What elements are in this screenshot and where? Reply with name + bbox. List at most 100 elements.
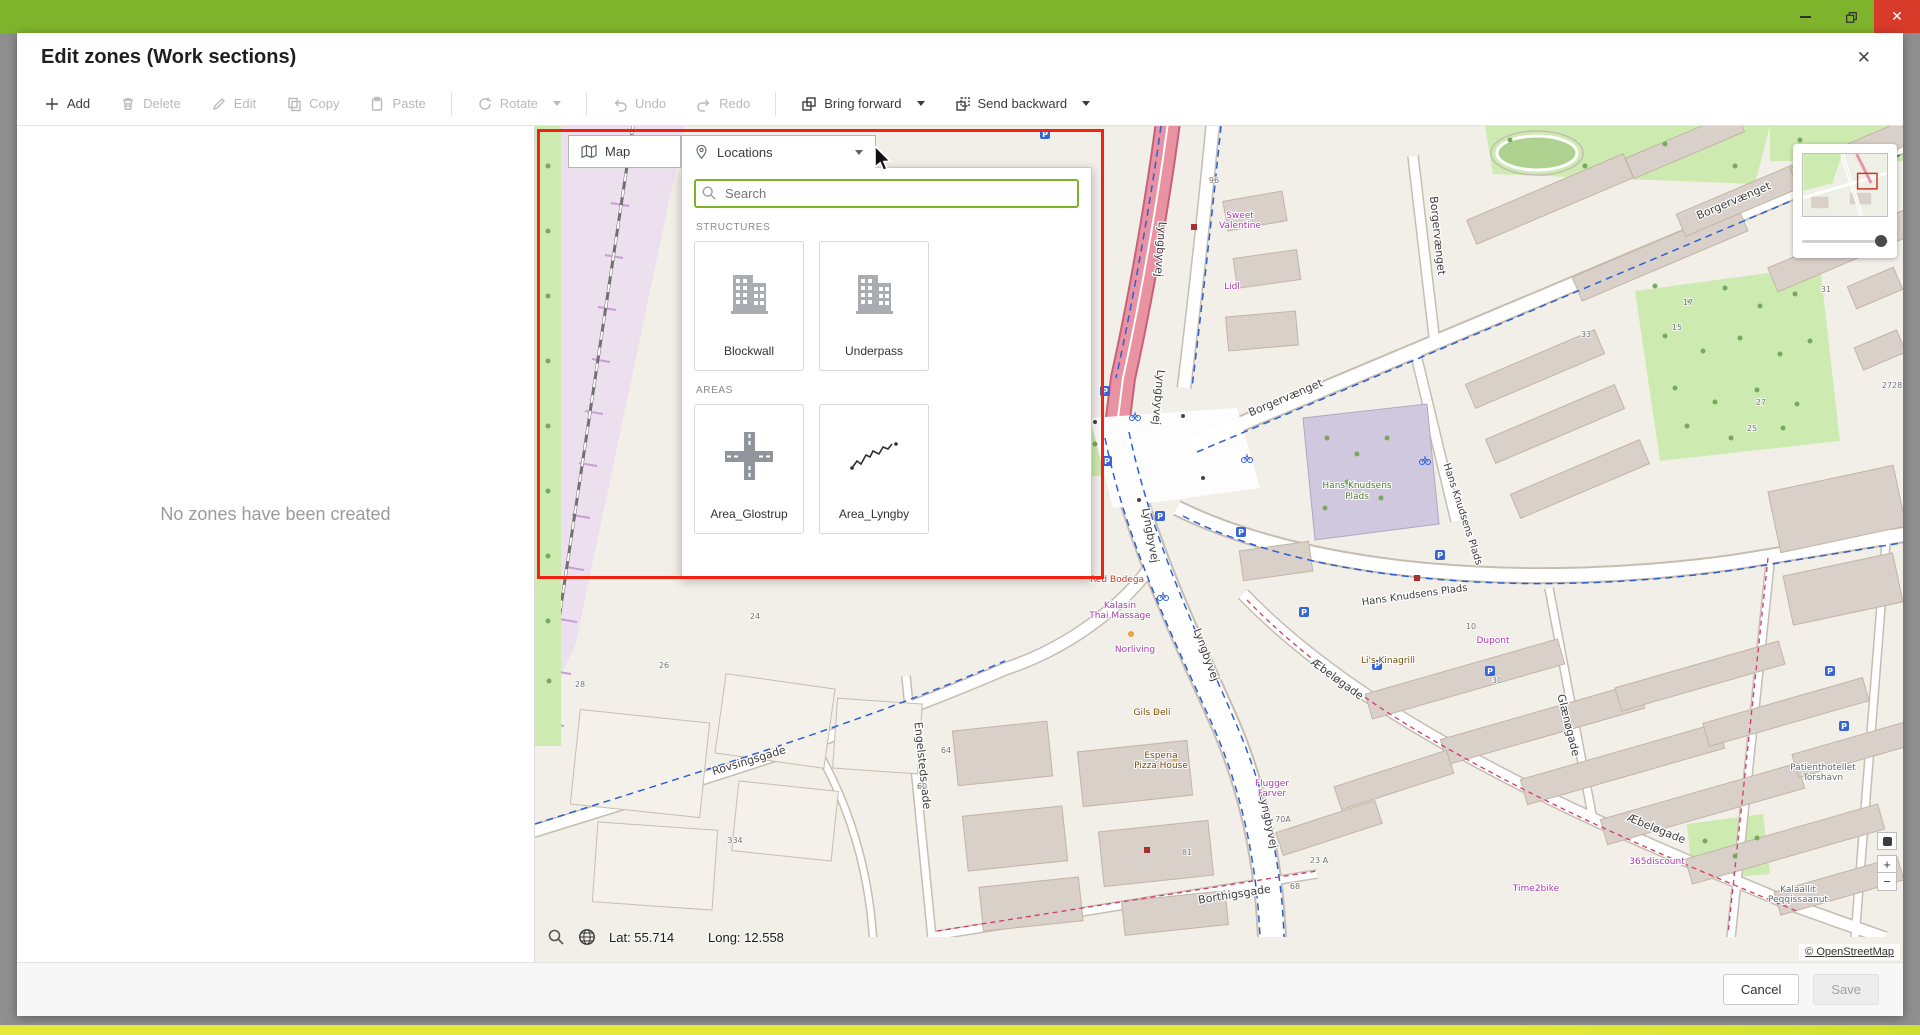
map-house-number: 334 xyxy=(727,836,742,845)
svg-text:P: P xyxy=(1301,608,1307,617)
map-poi-label: Red Bodega xyxy=(1090,575,1144,585)
minimap-zoom-slider[interactable] xyxy=(1802,235,1888,247)
window-titlebar: ✕ xyxy=(0,0,1920,33)
map-house-number: 96 xyxy=(1209,176,1219,185)
map-house-number: 25 xyxy=(1747,424,1757,433)
svg-text:P: P xyxy=(1102,387,1108,396)
card-label: Area_Glostrup xyxy=(710,507,787,533)
dialog-content: No zones have been created xyxy=(17,126,1903,962)
clipboard-icon xyxy=(369,96,385,112)
restore-icon xyxy=(1844,10,1858,24)
dialog-title: Edit zones (Work sections) xyxy=(41,46,1849,69)
dialog-header: Edit zones (Work sections) ✕ xyxy=(17,33,1903,82)
svg-text:P: P xyxy=(1487,667,1493,676)
map-house-number: 81 xyxy=(1182,848,1192,857)
parking-icon: P xyxy=(1839,721,1849,731)
svg-text:P: P xyxy=(1104,457,1110,466)
parking-icon: P xyxy=(1299,607,1309,617)
toolbar-separator xyxy=(586,92,587,116)
map-poi-label: Kalasin xyxy=(1104,601,1136,611)
zoom-slider-knob[interactable] xyxy=(1875,235,1887,247)
tab-locations-label: Locations xyxy=(717,145,773,160)
undo-button[interactable]: Undo xyxy=(599,89,679,119)
search-icon xyxy=(701,185,717,201)
route-polyline-icon xyxy=(846,428,902,484)
fit-view-button[interactable] xyxy=(1877,832,1897,850)
rotate-dropdown-caret-icon[interactable] xyxy=(553,101,561,106)
map-poi-label: Valentine xyxy=(1219,221,1261,231)
map-poi-label: Plads xyxy=(1345,492,1369,502)
rotate-icon xyxy=(477,96,493,112)
map-house-number: 10 xyxy=(1466,622,1476,631)
map-poi-label: Pizza House xyxy=(1134,761,1188,771)
parking-icon: P xyxy=(1102,456,1112,466)
window-minimize-button[interactable] xyxy=(1782,0,1828,33)
location-pin-icon xyxy=(694,144,709,160)
paste-button[interactable]: Paste xyxy=(356,89,438,119)
tab-map-label: Map xyxy=(605,144,630,159)
location-card-underpass[interactable]: Underpass xyxy=(819,241,929,371)
parking-icon: P xyxy=(1825,666,1835,676)
svg-text:P: P xyxy=(1157,512,1163,521)
map-house-number: 64 xyxy=(941,746,951,755)
save-button[interactable]: Save xyxy=(1813,974,1879,1005)
parking-icon: P xyxy=(1435,550,1445,560)
osm-attribution-link[interactable]: © OpenStreetMap xyxy=(1799,944,1900,960)
send-backward-icon xyxy=(955,96,971,112)
toolbar: Add Delete Edit Copy Paste Rotate xyxy=(17,82,1903,126)
copy-button[interactable]: Copy xyxy=(273,89,352,119)
edit-button[interactable]: Edit xyxy=(198,89,269,119)
map-house-number: 24 xyxy=(750,612,760,621)
pencil-icon xyxy=(211,96,227,112)
parking-icon: P xyxy=(1100,386,1110,396)
parking-icon: P xyxy=(1485,666,1495,676)
rotate-button[interactable]: Rotate xyxy=(464,89,574,119)
bring-forward-dropdown-caret-icon[interactable] xyxy=(917,101,925,106)
overview-minimap[interactable] xyxy=(1793,144,1897,258)
send-backward-dropdown-caret-icon[interactable] xyxy=(1082,101,1090,106)
map-house-number: 31 xyxy=(1821,285,1831,294)
search-input[interactable] xyxy=(694,179,1079,208)
map-poi-label: Dupont xyxy=(1476,636,1510,646)
window-close-button[interactable]: ✕ xyxy=(1874,0,1920,33)
svg-text:P: P xyxy=(1841,722,1847,731)
map-poi-label: Norliving xyxy=(1115,645,1155,655)
building-icon xyxy=(721,265,777,321)
tab-locations[interactable]: Locations xyxy=(681,135,876,168)
window-restore-button[interactable] xyxy=(1828,0,1874,33)
parking-icon: P xyxy=(1236,527,1246,537)
bring-forward-button[interactable]: Bring forward xyxy=(788,89,937,119)
zoom-in-button[interactable]: + xyxy=(1877,855,1897,873)
card-label: Blockwall xyxy=(724,344,774,370)
dialog-close-button[interactable]: ✕ xyxy=(1849,44,1879,72)
cancel-button[interactable]: Cancel xyxy=(1723,974,1799,1005)
latitude-readout: Lat: 55.714 xyxy=(609,930,695,945)
add-button[interactable]: Add xyxy=(31,89,103,119)
globe-icon[interactable] xyxy=(578,928,596,946)
location-card-blockwall[interactable]: Blockwall xyxy=(694,241,804,371)
locations-dropdown-caret-icon[interactable] xyxy=(855,150,863,155)
map-poi-label: Farver xyxy=(1258,789,1286,799)
delete-button[interactable]: Delete xyxy=(107,89,194,119)
parking-icon: P xyxy=(1155,511,1165,521)
send-backward-button[interactable]: Send backward xyxy=(942,89,1104,119)
zoom-out-button[interactable]: − xyxy=(1877,873,1897,891)
tab-map[interactable]: Map xyxy=(568,135,681,168)
map-house-number: 26 xyxy=(659,661,669,670)
map-house-number: 33 xyxy=(1581,330,1591,339)
map-search-icon[interactable] xyxy=(547,928,565,946)
svg-text:P: P xyxy=(1042,130,1048,139)
redo-button[interactable]: Redo xyxy=(683,89,763,119)
edit-zones-dialog: Edit zones (Work sections) ✕ Add Delete … xyxy=(17,33,1903,1016)
svg-text:P: P xyxy=(1827,667,1833,676)
copy-icon xyxy=(286,96,302,112)
map-house-number: 23 A xyxy=(1310,856,1329,865)
minimize-icon xyxy=(1800,16,1811,18)
location-card-area-lyngby[interactable]: Area_Lyngby xyxy=(819,404,929,534)
toolbar-separator xyxy=(451,92,452,116)
map-poi-label: Thai Massage xyxy=(1088,611,1151,621)
map-poi-label: Esperia xyxy=(1144,751,1177,761)
location-card-area-glostrup[interactable]: Area_Glostrup xyxy=(694,404,804,534)
map-poi-label: Peqqissaanut xyxy=(1768,895,1828,905)
card-label: Area_Lyngby xyxy=(839,507,909,533)
